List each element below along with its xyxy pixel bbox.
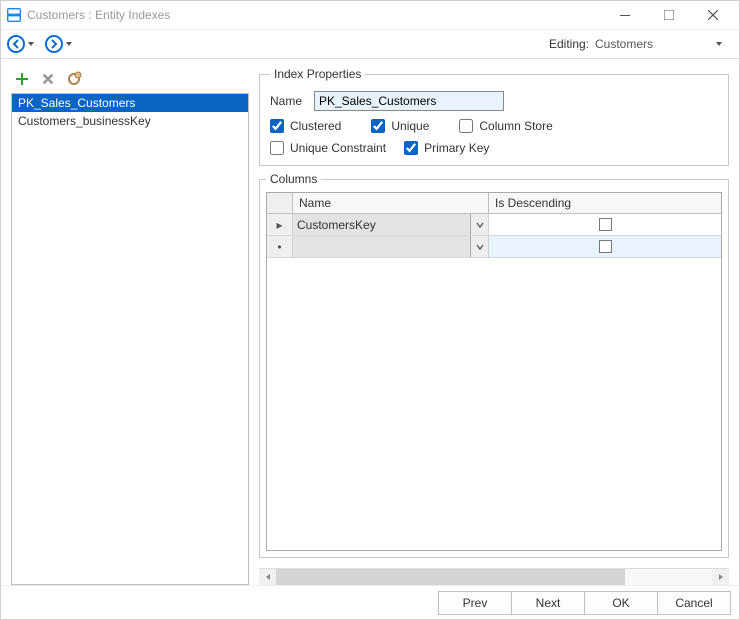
nav-back-dropdown[interactable] [27, 40, 35, 48]
horizontal-scrollbar[interactable] [259, 568, 729, 585]
column-name-cell[interactable] [293, 236, 489, 257]
unique-input[interactable] [371, 119, 385, 133]
maximize-button[interactable] [647, 1, 691, 29]
right-pane: Index Properties Name Clustered Unique C… [259, 67, 739, 585]
nav-back-button[interactable] [7, 35, 25, 53]
is-descending-checkbox[interactable] [599, 240, 612, 253]
window-title: Customers : Entity Indexes [27, 8, 603, 22]
nav-row: Editing: Customers [1, 29, 739, 59]
columns-legend: Columns [266, 172, 321, 186]
titlebar: Customers : Entity Indexes [1, 1, 739, 29]
column-name-cell[interactable]: CustomersKey [293, 214, 489, 235]
columns-grid[interactable]: Name Is Descending ▸ CustomersKey [266, 192, 722, 551]
is-descending-checkbox[interactable] [599, 218, 612, 231]
list-item[interactable]: PK_Sales_Customers [12, 94, 248, 112]
index-properties-legend: Index Properties [270, 67, 365, 81]
grid-header-rowselector [267, 193, 293, 213]
chevron-down-icon[interactable] [470, 214, 488, 235]
main: PK_Sales_Customers Customers_businessKey… [1, 59, 739, 585]
chevron-down-icon[interactable] [470, 236, 488, 257]
column-store-label: Column Store [479, 119, 552, 133]
add-icon[interactable] [13, 70, 31, 88]
scroll-thumb[interactable] [276, 569, 625, 585]
editing-label: Editing: [549, 37, 589, 51]
name-label: Name [270, 94, 314, 108]
clustered-label: Clustered [290, 119, 341, 133]
row-marker: ▸ [267, 214, 293, 235]
ok-button[interactable]: OK [584, 591, 658, 615]
grid-row[interactable]: ▸ CustomersKey [267, 214, 721, 236]
clustered-checkbox[interactable]: Clustered [270, 119, 341, 133]
index-properties-group: Index Properties Name Clustered Unique C… [259, 67, 729, 166]
is-descending-cell[interactable] [489, 214, 721, 235]
list-item[interactable]: Customers_businessKey [12, 112, 248, 130]
scroll-right-icon[interactable] [712, 569, 729, 586]
cancel-button[interactable]: Cancel [657, 591, 731, 615]
column-name-value: CustomersKey [297, 218, 376, 232]
refresh-icon[interactable] [65, 70, 83, 88]
prev-button[interactable]: Prev [438, 591, 512, 615]
column-store-input[interactable] [459, 119, 473, 133]
columns-group: Columns Name Is Descending ▸ CustomersKe… [259, 172, 729, 558]
left-pane: PK_Sales_Customers Customers_businessKey [11, 67, 249, 585]
grid-row-new[interactable]: • [267, 236, 721, 258]
editing-dropdown[interactable] [715, 40, 723, 48]
minimize-button[interactable] [603, 1, 647, 29]
scroll-track[interactable] [276, 569, 712, 585]
grid-header-name[interactable]: Name [293, 193, 489, 213]
unique-constraint-input[interactable] [270, 141, 284, 155]
unique-constraint-checkbox[interactable]: Unique Constraint [270, 141, 386, 155]
is-descending-cell[interactable] [489, 236, 721, 257]
left-toolbar [11, 67, 249, 93]
row-marker: • [267, 236, 293, 257]
app-icon [7, 8, 21, 22]
index-list[interactable]: PK_Sales_Customers Customers_businessKey [11, 93, 249, 585]
primary-key-input[interactable] [404, 141, 418, 155]
footer: Prev Next OK Cancel [1, 585, 739, 619]
editing-value: Customers [595, 37, 715, 51]
unique-constraint-label: Unique Constraint [290, 141, 386, 155]
clustered-input[interactable] [270, 119, 284, 133]
name-input[interactable] [314, 91, 504, 111]
primary-key-label: Primary Key [424, 141, 489, 155]
grid-header: Name Is Descending [267, 193, 721, 214]
scroll-left-icon[interactable] [259, 569, 276, 586]
nav-forward-dropdown[interactable] [65, 40, 73, 48]
delete-icon[interactable] [39, 70, 57, 88]
next-button[interactable]: Next [511, 591, 585, 615]
primary-key-checkbox[interactable]: Primary Key [404, 141, 489, 155]
column-store-checkbox[interactable]: Column Store [459, 119, 552, 133]
unique-label: Unique [391, 119, 429, 133]
unique-checkbox[interactable]: Unique [371, 119, 429, 133]
close-button[interactable] [691, 1, 735, 29]
nav-forward-button[interactable] [45, 35, 63, 53]
grid-header-descending[interactable]: Is Descending [489, 193, 721, 213]
